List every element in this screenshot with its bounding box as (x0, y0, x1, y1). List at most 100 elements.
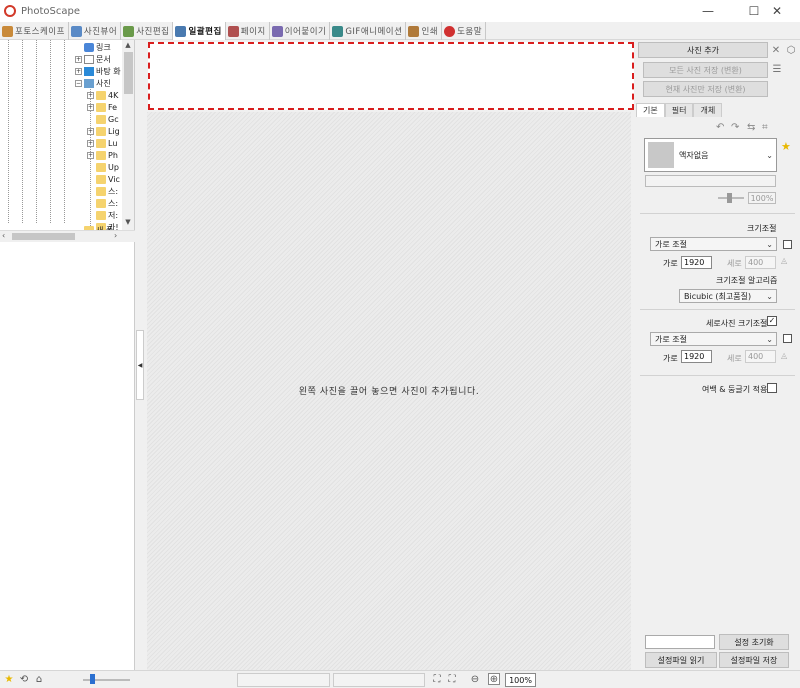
portrait-aspect-lock-icon[interactable]: ◬ (781, 351, 787, 360)
star-icon[interactable]: ★ (3, 673, 15, 685)
tab-object[interactable]: 개체 (693, 103, 723, 117)
tree-horizontal-scroll-thumb[interactable] (12, 233, 75, 240)
frame-dropdown[interactable]: 액자없음 ⌄ (644, 138, 777, 172)
tree-item[interactable]: 스: (96, 197, 118, 209)
scroll-left-icon[interactable]: ‹ (2, 231, 12, 240)
tree-item[interactable]: Up (96, 161, 119, 173)
folder-open-icon[interactable]: ⌂ (33, 673, 45, 685)
flip-icon[interactable]: ⇆ (747, 122, 755, 134)
scroll-right-icon[interactable]: › (114, 231, 124, 240)
scroll-up-icon[interactable]: ▲ (122, 41, 134, 51)
collapse-panel-arrow-icon[interactable]: ◀ (136, 330, 144, 400)
tree-item[interactable]: + 문서 (75, 53, 111, 65)
resize-height-input[interactable]: 400 (745, 256, 776, 269)
crop-icon[interactable]: ⌗ (762, 122, 768, 134)
tab-filter[interactable]: 필터 (664, 103, 694, 117)
tab-label: 이어붙이기 (284, 27, 327, 37)
tree-item[interactable]: + Ph (87, 149, 118, 161)
tree-vertical-scroll-thumb[interactable] (124, 52, 133, 94)
resize-mode-select[interactable]: 가로 조절 ⌄ (650, 237, 777, 251)
reset-settings-button[interactable]: 설정 초기화 (719, 634, 789, 650)
portrait-resize-checkbox[interactable]: ✓ (767, 316, 777, 326)
actual-size-icon[interactable]: ⛶ (446, 673, 458, 685)
help-icon (444, 25, 456, 37)
thumb-size-slider-knob[interactable] (90, 674, 95, 684)
tree-expander[interactable]: + (87, 127, 94, 135)
portrait-mode-select[interactable]: 가로 조절 ⌄ (650, 332, 777, 346)
tree-item[interactable]: Vic (96, 173, 120, 185)
close-button[interactable]: ✕ (754, 0, 800, 22)
thumbnail-panel[interactable] (0, 242, 135, 670)
photo-strip-area[interactable] (148, 42, 634, 110)
chevron-down-icon: ⌄ (766, 291, 773, 301)
resize-options-icon[interactable] (783, 240, 792, 249)
tree-item[interactable]: + Fe (87, 101, 117, 113)
tree-item[interactable]: + 바탕 화 (75, 65, 121, 77)
add-photo-button[interactable]: 사진 추가 (638, 42, 768, 58)
tree-item[interactable]: + Lu (87, 137, 117, 149)
frame-option-bar[interactable] (645, 175, 776, 187)
aspect-lock-icon[interactable]: ◬ (781, 256, 787, 265)
tree-item[interactable]: − 사진 (75, 77, 111, 89)
tree-expander[interactable]: + (87, 151, 94, 159)
save-all-button[interactable]: 모든 사진 저장 (변환) (643, 62, 768, 78)
tree-item[interactable]: Gc (96, 113, 119, 125)
portrait-options-icon[interactable] (783, 334, 792, 343)
tab-page[interactable]: 페이지 (226, 22, 270, 40)
tree-expander[interactable]: + (75, 67, 82, 75)
resize-width-input[interactable]: 1920 (681, 256, 712, 269)
rotate-icon[interactable]: ⟲ (18, 673, 30, 685)
fit-screen-icon[interactable]: ⛶ (431, 673, 443, 685)
settings-subtabs: 기본 필터 개체 (636, 103, 723, 117)
portrait-width-input[interactable]: 1920 (681, 350, 712, 363)
tree-item[interactable]: 저: (96, 209, 118, 221)
tab-print[interactable]: 인쇄 (406, 22, 443, 40)
folder-tree[interactable]: 링크 + 문서 + 바탕 화 − 사진 +4K + Fe Gc + Lig + Lu + Ph… (0, 40, 135, 230)
save-current-button[interactable]: 현재 사진만 저장 (변환) (643, 81, 768, 97)
zoom-in-icon[interactable]: ⊕ (488, 673, 500, 685)
tab-label: 일괄편집 (188, 27, 222, 37)
settings-name-field[interactable] (645, 635, 715, 649)
tree-expander[interactable]: − (75, 79, 82, 87)
tab-help[interactable]: 도움말 (442, 22, 487, 40)
divider (640, 213, 795, 214)
tree-vertical-scrollbar[interactable]: ▲ ▼ (122, 40, 134, 230)
tree-item[interactable]: +4K (87, 89, 118, 101)
redo-icon[interactable]: ↷ (731, 122, 739, 134)
tab-combine[interactable]: 이어붙이기 (270, 22, 331, 40)
load-settings-button[interactable]: 설정파일 읽기 (645, 652, 717, 668)
tree-item[interactable]: 링크 (75, 41, 111, 53)
tab-basic[interactable]: 기본 (636, 103, 665, 117)
tree-expander[interactable]: + (75, 55, 82, 63)
frame-zoom-slider-knob[interactable] (727, 193, 732, 203)
favorite-star-icon[interactable]: ★ (781, 140, 791, 153)
algorithm-select[interactable]: Bicubic (최고품질) ⌄ (679, 289, 777, 303)
tab-gif[interactable]: GIF애니메이션 (330, 22, 407, 40)
cube-icon[interactable]: ⬡ (785, 44, 797, 56)
portrait-height-input[interactable]: 400 (745, 350, 776, 363)
tab-viewer[interactable]: 사진뷰어 (69, 22, 122, 40)
margin-round-checkbox[interactable] (767, 383, 777, 393)
tab-photoscape[interactable]: 포토스케이프 (0, 22, 69, 40)
tab-batch-editor[interactable]: 일괄편집 (173, 22, 226, 40)
zoom-level: 100% (505, 673, 536, 687)
remove-all-icon[interactable]: ✕ (770, 44, 782, 56)
undo-icon[interactable]: ↶ (716, 122, 724, 134)
tree-expander[interactable]: + (87, 91, 94, 99)
tree-item-label: Fe (108, 102, 118, 112)
list-settings-icon[interactable]: ☰ (771, 63, 783, 75)
tree-expander[interactable]: + (87, 139, 94, 147)
tab-label: 사진편집 (136, 27, 170, 37)
algorithm-value: Bicubic (최고품질) (684, 291, 752, 301)
tree-horizontal-scrollbar[interactable]: ‹ › (0, 230, 135, 241)
tree-expander[interactable]: + (87, 103, 94, 111)
tree-item[interactable]: + Lig (87, 125, 120, 137)
preview-canvas[interactable]: 왼쪽 사진을 끌어 놓으면 사진이 추가됩니다. (147, 112, 631, 670)
tab-editor[interactable]: 사진편집 (121, 22, 174, 40)
scroll-down-icon[interactable]: ▼ (122, 218, 134, 228)
zoom-out-icon[interactable]: ⊖ (469, 673, 481, 685)
minimize-button[interactable]: — (685, 0, 731, 22)
tree-item[interactable]: 스: (96, 185, 118, 197)
save-settings-button[interactable]: 설정파일 저장 (719, 652, 789, 668)
resize-height-label: 세로 (727, 259, 742, 268)
